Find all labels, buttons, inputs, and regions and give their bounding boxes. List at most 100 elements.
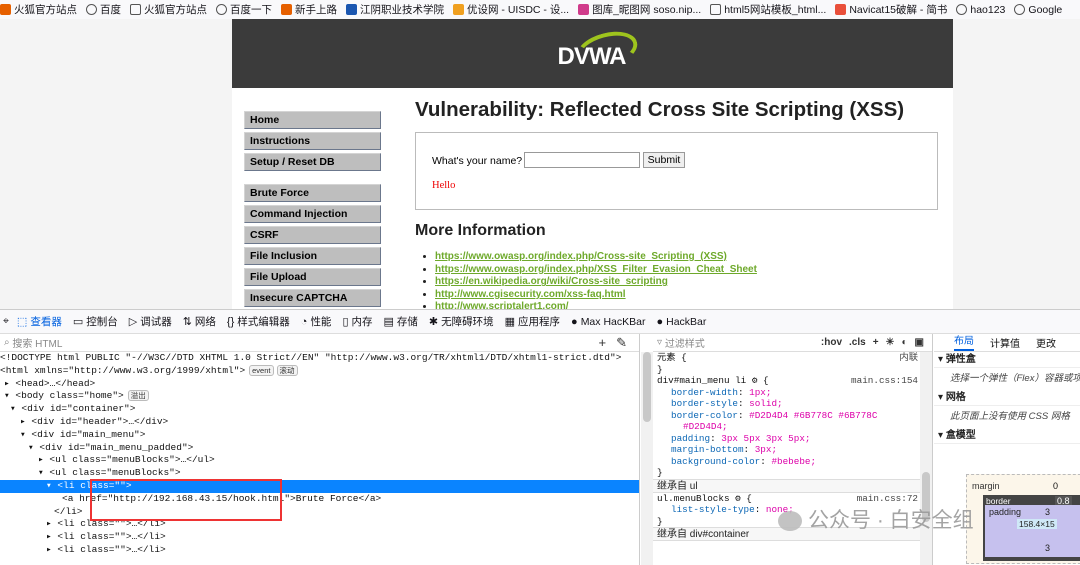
node-badge[interactable]: 溢出 [127,390,149,402]
devtools-tab[interactable]: ● HackBar [656,316,706,328]
rule-declaration[interactable]: background-color: #bebebe; [653,456,932,468]
bookmark-item[interactable]: hao123 [956,4,1005,16]
expand-arrow-icon[interactable]: ▸ [46,518,57,529]
menu-item[interactable]: Home [244,111,381,129]
name-input[interactable] [524,152,640,168]
devtools-tab[interactable]: ▦ 应用程序 [505,314,560,329]
expand-arrow-icon[interactable]: ▾ [46,480,57,491]
info-link[interactable]: https://www.owasp.org/index.php/XSS_Filt… [435,264,757,275]
menu-item[interactable]: CSRF [244,226,381,244]
bookmark-item[interactable]: Google [1014,4,1062,16]
html-tree-line[interactable]: ▾ <body class="home"> 溢出 [0,390,639,403]
expand-arrow-icon[interactable]: ▾ [20,429,31,440]
devtools-tab[interactable]: {} 样式编辑器 [227,314,290,329]
info-link[interactable]: https://en.wikipedia.org/wiki/Cross-site… [435,276,668,287]
menu-item[interactable]: Setup / Reset DB [244,153,381,171]
submit-button[interactable]: Submit [643,152,685,168]
light-theme-icon[interactable]: ☀ [886,337,895,348]
expand-arrow-icon[interactable]: ▾ [10,403,21,414]
menu-item[interactable]: Command Injection [244,205,381,223]
boxmodel-section-heading[interactable]: ▾ 盒模型 [934,428,1080,444]
rule-declaration[interactable]: border-style: solid; [653,398,932,410]
rule-declaration[interactable]: margin-bottom: 3px; [653,444,932,456]
bookmark-item[interactable]: 图库_昵图网 soso.nip... [578,2,701,17]
expand-arrow-icon[interactable]: ▸ [38,454,49,465]
devtools-tab[interactable]: ● Max HacKBar [571,316,645,328]
expand-arrow-icon[interactable]: ▾ [28,442,39,453]
expand-arrow-icon[interactable]: ▾ [4,390,15,401]
node-badge[interactable]: 滚动 [276,364,298,376]
bookmark-item[interactable]: html5网站模板_html... [710,2,826,17]
expand-arrow-icon[interactable]: ▸ [46,531,57,542]
html-search-input[interactable]: 搜索 HTML [12,335,62,350]
rule-declaration[interactable]: border-color: #D2D4D4 #6B778C #6B778C [653,410,932,422]
node-badge[interactable]: event [249,364,274,376]
html-search[interactable]: ⌕ 搜索 HTML + ✎ [0,334,639,352]
rule-declaration[interactable]: border-width: 1px; [653,387,932,399]
margin-top-value[interactable]: 0 [1053,481,1058,491]
devtools-tab[interactable]: ▷ 调试器 [129,314,172,329]
devtools-tab[interactable]: ▭ 控制台 [73,314,118,329]
expand-arrow-icon[interactable]: ▸ [4,378,15,389]
expand-arrow-icon[interactable]: ▾ [38,467,49,478]
flex-section-heading[interactable]: ▾ 弹性盒 [934,352,1080,368]
html-panel-scrollbar[interactable] [641,352,653,565]
print-icon[interactable]: ▣ [915,337,924,348]
devtools-tab[interactable]: ⬚ 查看器 [17,314,62,329]
html-tree-line[interactable]: ▸ <li class="">…</li> [0,531,639,544]
info-link[interactable]: http://www.cgisecurity.com/xss-faq.html [435,289,626,300]
padding-bottom-value[interactable]: 3 [1045,543,1050,553]
html-tree-line[interactable]: ▾ <div id="main_menu"> [0,429,639,442]
jp-icon [346,4,357,15]
expand-arrow-icon[interactable]: ▸ [20,416,31,427]
devtools-tab[interactable]: ▤ 存储 [384,314,418,329]
html-tree-line[interactable]: <html xmlns="http://www.w3.org/1999/xhtm… [0,364,639,378]
html-tree-line[interactable]: ▸ <div id="header">…</div> [0,416,639,429]
grid-section-heading[interactable]: ▾ 网格 [934,390,1080,406]
pick-element-icon[interactable]: ⌖ [3,315,9,328]
add-rule-icon[interactable]: + [873,337,879,348]
info-link[interactable]: http://www.scriptalert1.com/ [435,301,569,309]
bookmark-item[interactable]: 优设网 - UISDC - 设... [453,2,569,17]
dark-theme-icon[interactable]: ◐ [902,337,908,348]
bookmark-item[interactable]: 火狐官方站点 [0,2,77,17]
add-node-icon[interactable]: + [599,335,607,351]
rule-source[interactable]: main.css:154 [851,375,918,387]
menu-item[interactable]: Brute Force [244,184,381,202]
eyedropper-icon[interactable]: ✎ [616,335,627,351]
cls-toggle[interactable]: .cls [849,337,866,348]
rules-filter-input[interactable]: 过滤样式 [665,335,705,350]
layout-tab[interactable]: 更改 [1036,335,1056,350]
rule-declaration[interactable]: padding: 3px 5px 3px 5px; [653,433,932,445]
menu-item[interactable]: File Upload [244,268,381,286]
bookmark-item[interactable]: 新手上路 [281,2,337,17]
html-tree-line[interactable]: ▸ <head>…</head> [0,378,639,391]
devtools-tab[interactable]: ⇅ 网络 [183,314,216,329]
html-tree-line[interactable]: ▸ <li class="">…</li> [0,544,639,557]
menu-item[interactable]: Instructions [244,132,381,150]
info-link[interactable]: https://www.owasp.org/index.php/Cross-si… [435,251,727,262]
html-tree-line[interactable]: ▾ <div id="container"> [0,403,639,416]
html-tree-line[interactable]: ▾ <div id="main_menu_padded"> [0,442,639,455]
html-tree-line[interactable]: ▸ <ul class="menuBlocks">…</ul> [0,454,639,467]
menu-item[interactable]: Insecure CAPTCHA [244,289,381,307]
bookmark-item[interactable]: 火狐官方站点 [130,2,207,17]
devtools-tab[interactable]: ▯ 内存 [342,314,372,329]
inherited-heading: 继承自 ul [653,478,932,493]
bookmark-item[interactable]: 江阴职业技术学院 [346,2,444,17]
layout-tab[interactable]: 布局 [954,335,974,351]
rule-source[interactable]: 内联 [899,352,918,364]
layout-tab[interactable]: 计算值 [990,335,1020,350]
hov-toggle[interactable]: :hov [821,337,842,348]
bookmark-item[interactable]: 百度一下 [216,2,272,17]
html-tree-line[interactable]: <!DOCTYPE html PUBLIC "-//W3C//DTD XHTML… [0,352,639,365]
rule-declaration[interactable]: #D2D4D4; [653,421,932,433]
bookmark-item[interactable]: Navicat15破解 - 简书 [835,2,947,17]
bookmark-item[interactable]: 百度 [86,2,121,17]
devtools-tab[interactable]: ◔ 性能 [301,314,332,329]
rule-source[interactable]: main.css:72 [857,493,918,505]
menu-item[interactable]: File Inclusion [244,247,381,265]
expand-arrow-icon[interactable]: ▸ [46,544,57,555]
padding-top-value[interactable]: 3 [1045,507,1050,517]
devtools-tab[interactable]: ✱ 无障碍环境 [429,314,494,329]
